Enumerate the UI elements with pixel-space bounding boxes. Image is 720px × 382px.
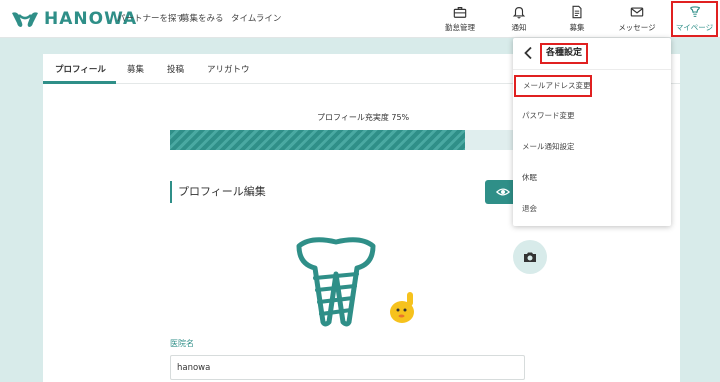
document-icon [572, 5, 582, 19]
nav-messages[interactable]: メッセージ [614, 0, 660, 38]
settings-dropdown-header: 各種設定 [513, 38, 671, 68]
raised-hand-emoji [390, 292, 414, 323]
menu-item-email-notifications[interactable]: メール通知設定 [513, 137, 671, 157]
nav-attendance[interactable]: 勤怠管理 [437, 0, 483, 38]
nav-timeline[interactable]: タイムライン [231, 12, 281, 24]
clinic-name-label: 医院名 [170, 339, 194, 348]
bell-icon [512, 7, 526, 19]
tab-profile[interactable]: プロフィール [55, 63, 106, 75]
nav-notifications[interactable]: 通知 [500, 0, 538, 38]
eye-icon [496, 188, 510, 196]
profile-completion-label: プロフィール充実度 75% [317, 113, 410, 122]
nav-view-recruitment[interactable]: 募集をみる [181, 12, 224, 24]
mail-icon [630, 7, 644, 17]
nav-mypage[interactable]: マイページ [671, 1, 718, 37]
menu-item-change-email[interactable]: メールアドレス変更 [514, 75, 592, 97]
profile-edit-heading: プロフィール編集 [170, 181, 266, 203]
nav-notifications-label: 通知 [511, 23, 527, 32]
divider [513, 69, 671, 70]
settings-dropdown-title: 各種設定 [540, 43, 589, 64]
clinic-name-input[interactable] [170, 355, 525, 380]
nav-recruitment-label: 募集 [569, 23, 585, 32]
camera-icon [524, 252, 536, 262]
menu-item-hibernate[interactable]: 休眠 [513, 168, 671, 188]
hanowa-logo-mark [12, 12, 38, 27]
top-navigation-bar: HANOWA パートナーを探す 募集をみる タイムライン 勤怠管理 通知 募集 [0, 0, 720, 38]
active-tab-indicator [43, 81, 116, 84]
profile-avatar [296, 237, 376, 327]
change-photo-button[interactable] [513, 240, 547, 274]
tooth-icon [689, 6, 700, 17]
nav-messages-label: メッセージ [618, 23, 656, 32]
nav-mypage-label: マイページ [675, 23, 714, 32]
profile-completion-bar [170, 130, 563, 150]
tab-recruitment[interactable]: 募集 [127, 63, 144, 75]
settings-dropdown: 各種設定 メールアドレス変更 パスワード変更 メール通知設定 休眠 退会 [513, 38, 671, 226]
profile-completion-fill [170, 130, 465, 150]
menu-item-withdraw[interactable]: 退会 [513, 199, 671, 219]
tab-posts[interactable]: 投稿 [167, 63, 184, 75]
menu-item-change-password[interactable]: パスワード変更 [513, 106, 671, 126]
briefcase-icon [453, 7, 467, 18]
nav-find-partner[interactable]: パートナーを探す [117, 12, 185, 24]
nav-recruitment[interactable]: 募集 [558, 0, 596, 38]
nav-attendance-label: 勤怠管理 [445, 23, 475, 32]
chevron-left-icon[interactable] [523, 46, 533, 60]
tab-thanks[interactable]: アリガトウ [207, 63, 250, 75]
